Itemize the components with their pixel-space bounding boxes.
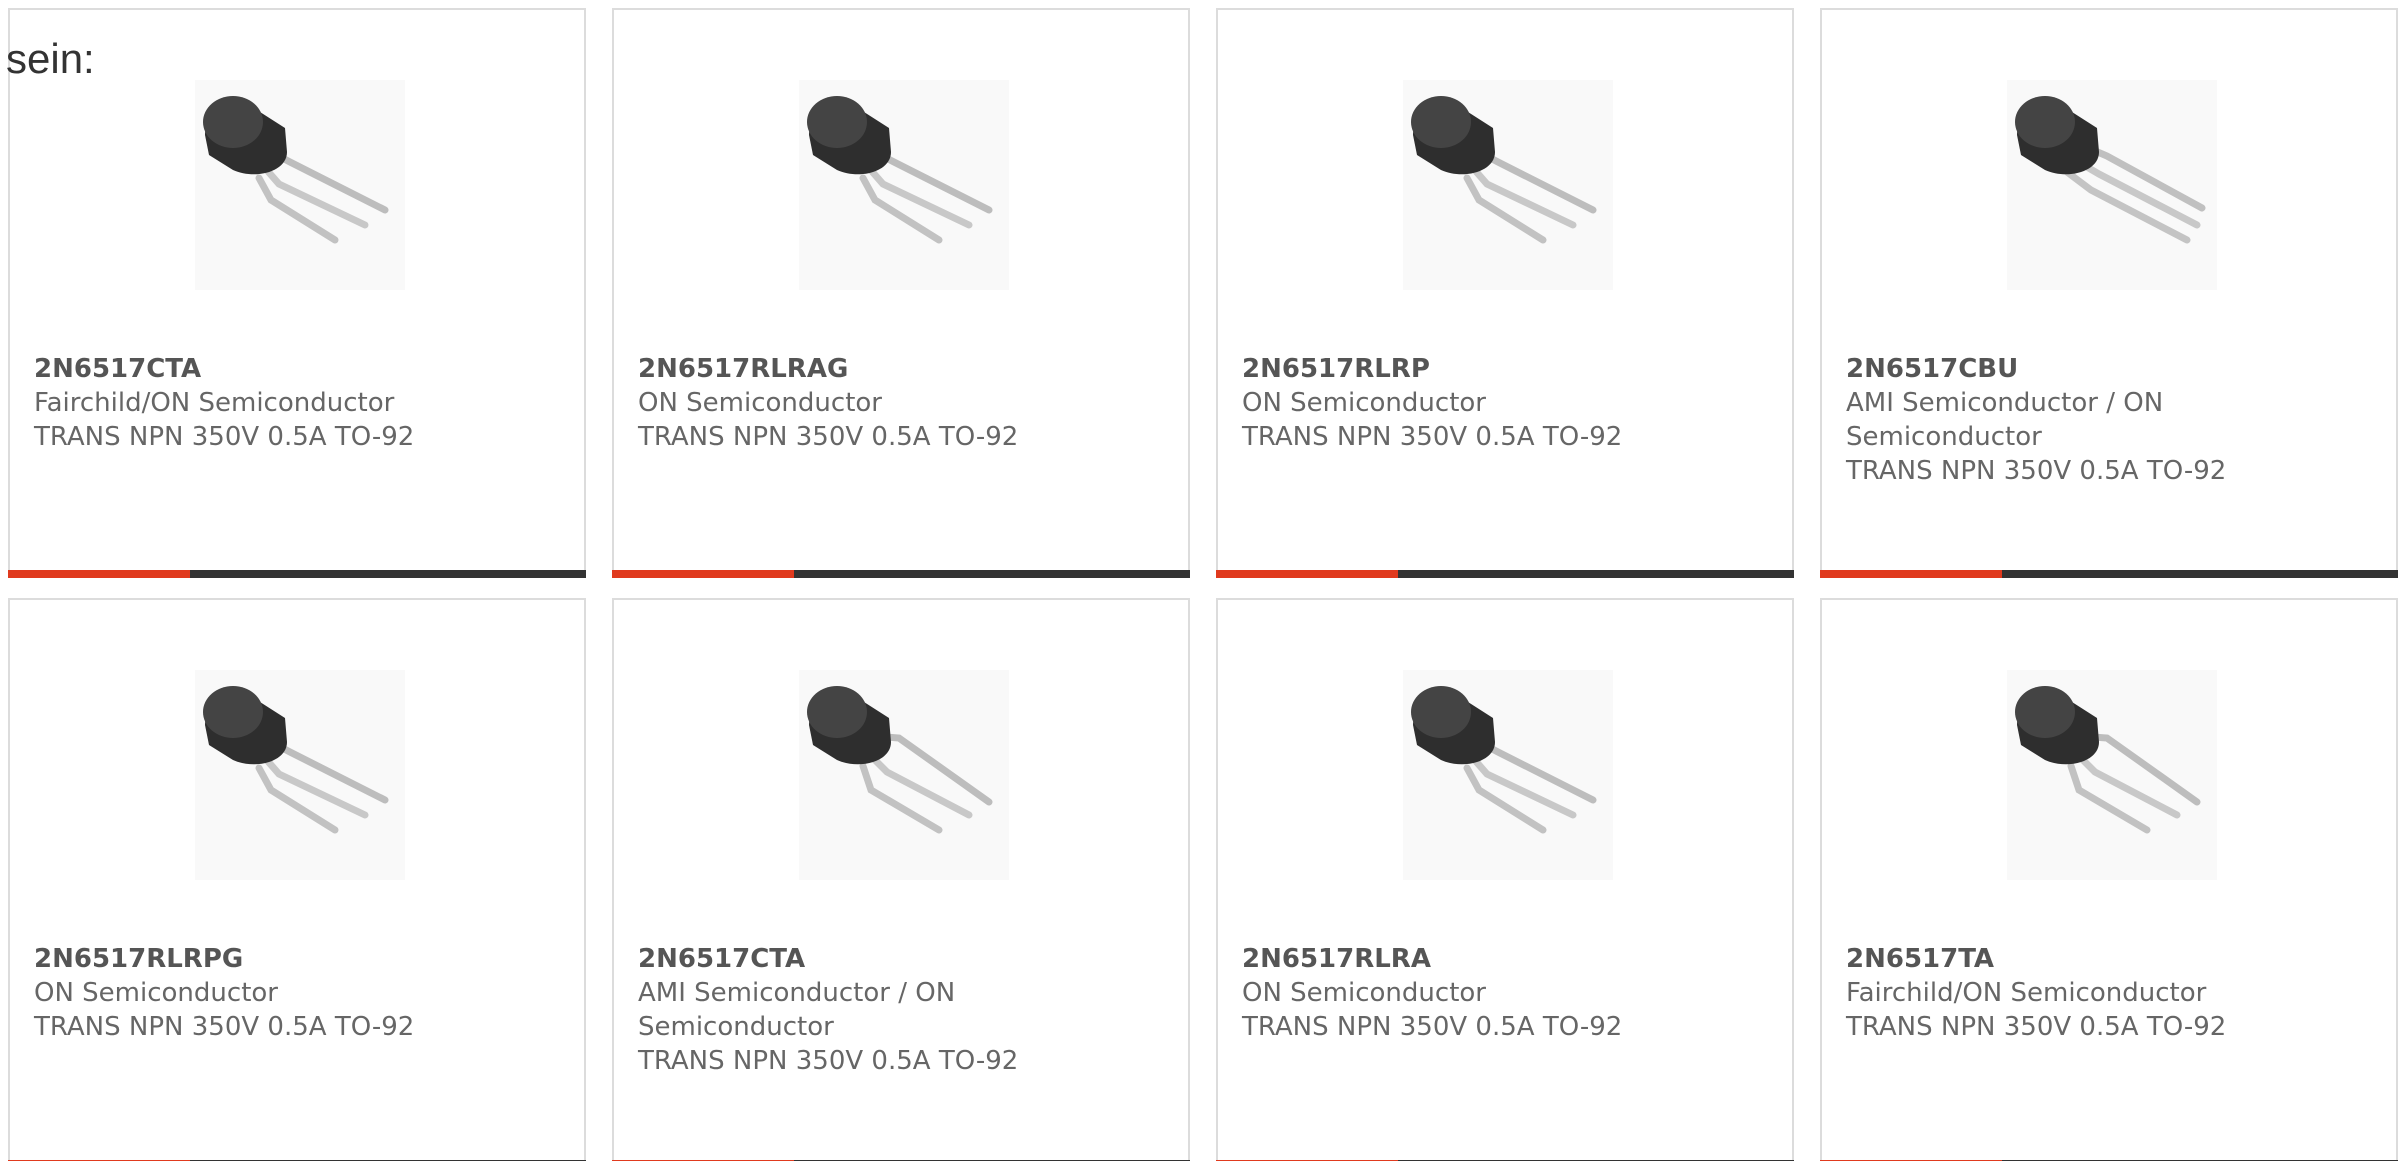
description: TRANS NPN 350V 0.5A TO-92 — [638, 1046, 1019, 1076]
card-accent — [1216, 570, 1398, 578]
product-card[interactable]: 2N6517RLRPG ON Semiconductor TRANS NPN 3… — [8, 598, 586, 1161]
transistor-image[interactable] — [1403, 670, 1613, 880]
description: TRANS NPN 350V 0.5A TO-92 — [34, 1012, 415, 1042]
product-info: 2N6517CTA AMI Semiconductor / ON Semicon… — [638, 942, 1019, 1078]
card-accent — [612, 570, 794, 578]
part-number[interactable]: 2N6517CTA — [638, 942, 968, 976]
description: TRANS NPN 350V 0.5A TO-92 — [34, 422, 415, 452]
product-info: 2N6517CTA Fairchild/ON Semiconductor TRA… — [34, 352, 564, 454]
part-number[interactable]: 2N6517RLRPG — [34, 942, 564, 976]
transistor-image[interactable] — [195, 670, 405, 880]
transistor-image[interactable] — [1403, 80, 1613, 290]
manufacturer: AMI Semiconductor / ON Semiconductor — [1846, 388, 2164, 452]
product-info: 2N6517RLRP ON Semiconductor TRANS NPN 35… — [1242, 352, 1772, 454]
card-bottom-bar — [8, 570, 586, 578]
part-number[interactable]: 2N6517RLRAG — [638, 352, 1168, 386]
card-accent — [1820, 570, 2002, 578]
card-bottom-bar — [1820, 570, 2398, 578]
manufacturer: ON Semiconductor — [34, 978, 278, 1008]
description: TRANS NPN 350V 0.5A TO-92 — [1846, 456, 2227, 486]
product-card[interactable]: 2N6517RLRA ON Semiconductor TRANS NPN 35… — [1216, 598, 1794, 1161]
part-number[interactable]: 2N6517RLRA — [1242, 942, 1772, 976]
product-info: 2N6517RLRA ON Semiconductor TRANS NPN 35… — [1242, 942, 1772, 1044]
transistor-image[interactable] — [2007, 80, 2217, 290]
manufacturer: Fairchild/ON Semiconductor — [34, 388, 395, 418]
card-accent — [8, 570, 190, 578]
product-card[interactable]: 2N6517CBU AMI Semiconductor / ON Semicon… — [1820, 8, 2398, 578]
description: TRANS NPN 350V 0.5A TO-92 — [638, 422, 1019, 452]
transistor-image[interactable] — [2007, 670, 2217, 880]
transistor-image[interactable] — [799, 80, 1009, 290]
description: TRANS NPN 350V 0.5A TO-92 — [1242, 422, 1623, 452]
card-bottom-bar — [612, 570, 1190, 578]
transistor-image[interactable] — [799, 670, 1009, 880]
product-card[interactable]: 2N6517TA Fairchild/ON Semiconductor TRAN… — [1820, 598, 2398, 1161]
description: TRANS NPN 350V 0.5A TO-92 — [1846, 1012, 2227, 1042]
product-card[interactable]: 2N6517CTA AMI Semiconductor / ON Semicon… — [612, 598, 1190, 1161]
intro-text: sein: — [6, 35, 95, 82]
product-info: 2N6517RLRAG ON Semiconductor TRANS NPN 3… — [638, 352, 1168, 454]
product-card[interactable]: 2N6517RLRP ON Semiconductor TRANS NPN 35… — [1216, 8, 1794, 578]
product-info: 2N6517RLRPG ON Semiconductor TRANS NPN 3… — [34, 942, 564, 1044]
transistor-image[interactable] — [195, 80, 405, 290]
part-number[interactable]: 2N6517TA — [1846, 942, 2376, 976]
product-info: 2N6517TA Fairchild/ON Semiconductor TRAN… — [1846, 942, 2376, 1044]
card-bottom-bar — [1216, 570, 1794, 578]
part-number[interactable]: 2N6517CTA — [34, 352, 564, 386]
manufacturer: AMI Semiconductor / ON Semiconductor — [638, 978, 956, 1042]
manufacturer: ON Semiconductor — [1242, 978, 1486, 1008]
manufacturer: Fairchild/ON Semiconductor — [1846, 978, 2207, 1008]
product-info: 2N6517CBU AMI Semiconductor / ON Semicon… — [1846, 352, 2227, 488]
part-number[interactable]: 2N6517RLRP — [1242, 352, 1772, 386]
manufacturer: ON Semiconductor — [1242, 388, 1486, 418]
product-card[interactable]: 2N6517CTA Fairchild/ON Semiconductor TRA… — [8, 8, 586, 578]
product-card[interactable]: 2N6517RLRAG ON Semiconductor TRANS NPN 3… — [612, 8, 1190, 578]
manufacturer: ON Semiconductor — [638, 388, 882, 418]
description: TRANS NPN 350V 0.5A TO-92 — [1242, 1012, 1623, 1042]
product-listing-page: sein: 2N6517CTA Fairchild/ON Semiconduct… — [0, 0, 2400, 1161]
part-number[interactable]: 2N6517CBU — [1846, 352, 2176, 386]
